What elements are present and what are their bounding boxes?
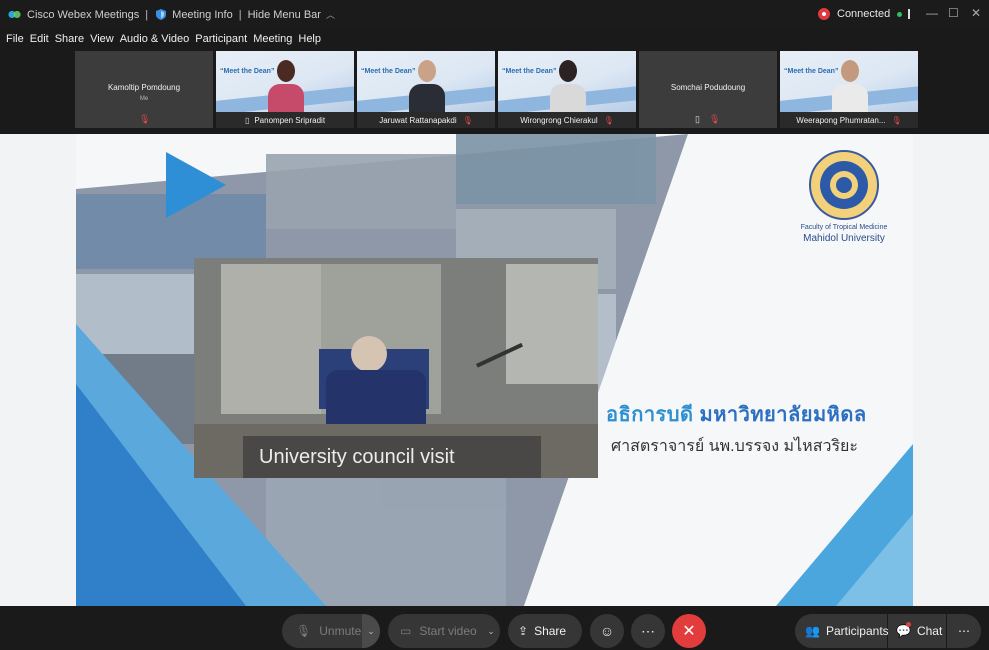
menu-audio-video[interactable]: Audio & Video xyxy=(120,33,190,45)
participant-video: “Meet the Dean” xyxy=(216,51,354,116)
menu-bar: File Edit Share View Audio & Video Parti… xyxy=(0,29,989,49)
close-icon: ✕ xyxy=(682,623,696,640)
participant-tile[interactable]: Somchai Podudoung ▯ 🎙 xyxy=(639,51,777,128)
chevron-down-icon[interactable]: ⌄ xyxy=(482,614,500,648)
title-bar: Cisco Webex Meetings | Meeting Info | Hi… xyxy=(0,0,989,29)
unmute-button[interactable]: 🎙 Unmute ⌄ xyxy=(282,614,380,648)
close-icon[interactable]: ✕ xyxy=(971,6,981,20)
muted-mic-icon: 🎙 xyxy=(709,114,721,124)
university-label: Mahidol University xyxy=(803,233,885,244)
people-icon: 👥 xyxy=(805,624,820,638)
unmute-label: Unmute xyxy=(319,624,362,638)
webex-logo-icon xyxy=(8,10,21,19)
participant-name: Panompen Sripradit xyxy=(254,115,326,125)
status-dot-icon xyxy=(897,11,903,17)
muted-mic-icon: 🎙 xyxy=(296,624,312,638)
share-label: Share xyxy=(534,624,567,638)
start-video-button[interactable]: ▭ Start video ⌄ xyxy=(388,614,500,648)
mobile-icon: ▯ xyxy=(244,115,250,125)
mahidol-seal-logo xyxy=(809,150,879,220)
slide-background xyxy=(76,134,913,606)
menu-share[interactable]: Share xyxy=(55,33,84,45)
meeting-info-button[interactable]: Meeting Info xyxy=(172,9,233,21)
chat-label: Chat xyxy=(916,624,943,638)
faculty-label: Faculty of Tropical Medicine xyxy=(800,224,888,231)
muted-mic-icon: 🎙 xyxy=(462,115,473,125)
participant-name: Kamoltip Pomdoung xyxy=(107,83,181,92)
shield-icon xyxy=(156,9,167,20)
participant-strip: Kamoltip Pomdoung Me 🎙 “Meet the Dean” ▯… xyxy=(75,51,918,128)
participant-video: “Meet the Dean” xyxy=(498,51,636,116)
leave-meeting-button[interactable]: ✕ xyxy=(672,614,706,648)
chat-icon: 💬 xyxy=(896,622,911,638)
mobile-icon: ▯ xyxy=(695,114,700,124)
participant-tile[interactable]: “Meet the Dean” Jaruwat Rattanapakdi 🎙 xyxy=(357,51,495,128)
maximize-icon[interactable]: ☐ xyxy=(948,6,959,20)
minimize-icon[interactable]: — xyxy=(926,6,938,20)
participant-name: Somchai Podudoung xyxy=(670,83,746,92)
reactions-button[interactable]: ☺ xyxy=(590,614,624,648)
chat-button[interactable]: 💬 Chat xyxy=(888,614,946,648)
webex-window: Cisco Webex Meetings | Meeting Info | Hi… xyxy=(0,0,989,650)
connection-status[interactable]: Connected xyxy=(818,8,903,20)
start-video-label: Start video xyxy=(419,624,477,638)
participants-button[interactable]: 👥 Participants xyxy=(795,614,889,648)
participant-name: Weerapong Phumratan... xyxy=(796,115,886,125)
meeting-controls: 🎙 Unmute ⌄ ▭ Start video ⌄ ⇪ Share ☺ ⋯ ✕… xyxy=(0,606,989,650)
share-button[interactable]: ⇪ Share xyxy=(508,614,582,648)
more-icon: ⋯ xyxy=(958,624,970,638)
menu-participant[interactable]: Participant xyxy=(195,33,247,45)
participant-tile[interactable]: “Meet the Dean” Weerapong Phumratan... 🎙 xyxy=(780,51,918,128)
connection-label: Connected xyxy=(837,8,891,20)
smiley-icon: ☺ xyxy=(599,623,615,639)
muted-mic-icon: 🎙 xyxy=(139,114,151,124)
menu-help[interactable]: Help xyxy=(298,33,321,45)
shared-content-stage: Faculty of Tropical Medicine Mahidol Uni… xyxy=(0,134,989,606)
share-icon: ⇪ xyxy=(518,624,529,638)
panel-more-button[interactable]: ⋯ xyxy=(947,614,981,648)
muted-mic-icon: 🎙 xyxy=(603,115,614,125)
participant-tile[interactable]: “Meet the Dean” ▯ Panompen Sripradit xyxy=(216,51,354,128)
participants-label: Participants xyxy=(825,624,889,638)
video-caption: University council visit xyxy=(243,436,541,478)
menu-edit[interactable]: Edit xyxy=(30,33,49,45)
app-title: Cisco Webex Meetings xyxy=(27,8,140,21)
hide-menu-bar-button[interactable]: Hide Menu Bar xyxy=(248,9,321,21)
recording-icon xyxy=(818,8,830,20)
more-icon: ⋯ xyxy=(641,622,655,639)
camera-off-icon: ▭ xyxy=(400,624,412,638)
muted-mic-icon: 🎙 xyxy=(891,115,902,125)
participant-video: “Meet the Dean” xyxy=(780,51,918,116)
menu-file[interactable]: File xyxy=(6,33,24,45)
participant-tile[interactable]: “Meet the Dean” Wirongrong Chierakul 🎙 xyxy=(498,51,636,128)
menu-meeting[interactable]: Meeting xyxy=(253,33,292,45)
participant-me-label: Me xyxy=(139,96,149,102)
participant-name: Jaruwat Rattanapakdi xyxy=(379,115,457,125)
chevron-up-icon[interactable]: ︿ xyxy=(326,8,335,21)
chevron-down-icon[interactable]: ⌄ xyxy=(362,614,380,648)
participant-tile[interactable]: Kamoltip Pomdoung Me 🎙 xyxy=(75,51,213,128)
slide-title-line2: ศาสตราจารย์ นพ.บรรจง มไหสวริยะ xyxy=(611,438,859,455)
menu-view[interactable]: View xyxy=(90,33,114,45)
shared-slide: Faculty of Tropical Medicine Mahidol Uni… xyxy=(76,134,913,606)
more-options-button[interactable]: ⋯ xyxy=(631,614,665,648)
participant-video: “Meet the Dean” xyxy=(357,51,495,116)
slide-title-line1: อธิการบดี มหาวิทยาลัยมหิดล xyxy=(606,404,867,426)
participant-name: Wirongrong Chierakul xyxy=(520,115,598,125)
